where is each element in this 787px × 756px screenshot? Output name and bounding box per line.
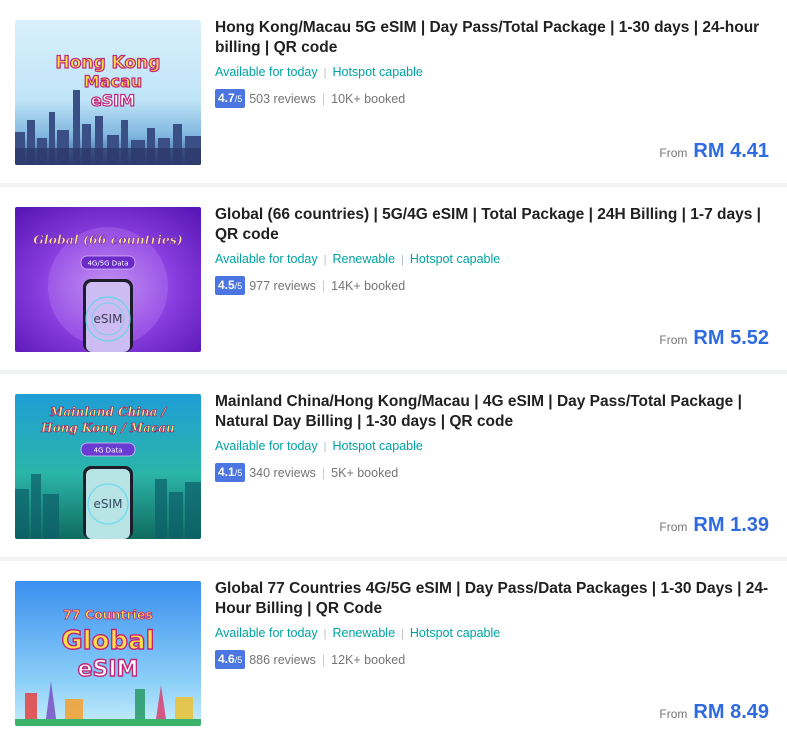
image-caption: 4G Data [94,447,123,455]
review-count: 503 reviews [249,91,316,106]
tag: Hotspot capable [332,65,423,79]
price-prefix: From [659,146,688,160]
product-list: Hong Kong Macau eSIM Hong Kong/Macau 5G … [0,0,787,748]
review-count: 977 reviews [249,278,316,293]
tag: Available for today [215,626,318,640]
booked-count: 14K+ booked [331,278,406,293]
price-amount: RM 4.41 [693,140,769,162]
tag: Renewable [332,626,396,640]
product-meta: 4.6/5 886 reviews | 12K+ booked [215,650,405,669]
image-caption: eSIM [94,312,123,326]
image-caption: eSIM [78,657,139,682]
price: From RM 4.41 [659,140,769,163]
image-caption: Macau [84,72,142,91]
price-amount: RM 5.52 [693,327,769,349]
image-caption: Mainland China / [49,405,167,419]
product-meta: 4.5/5 977 reviews | 14K+ booked [215,276,405,295]
product-image-global-66[interactable]: Global (66 countries) 4G/5G Data eSIM [15,207,201,352]
rating-badge: 4.5/5 [215,276,246,295]
image-caption: 4G/5G Data [87,260,128,268]
tag: Hotspot capable [409,252,501,266]
price-prefix: From [659,707,688,721]
tag: Available for today [215,439,318,453]
tag: Hotspot capable [409,626,501,640]
price-amount: RM 8.49 [693,701,769,723]
image-caption: eSIM [94,497,123,511]
product-card[interactable]: Hong Kong Macau eSIM Hong Kong/Macau 5G … [0,0,787,187]
image-caption: Global [61,626,154,656]
review-count: 886 reviews [249,652,316,667]
price-amount: RM 1.39 [693,514,769,536]
product-image-global-77[interactable]: 77 Countries Global eSIM [15,581,201,726]
price: From RM 1.39 [659,514,769,537]
price: From RM 8.49 [659,701,769,724]
booked-count: 10K+ booked [331,91,406,106]
product-image-hong-kong-macau[interactable]: Hong Kong Macau eSIM [15,20,201,165]
product-tags: Available for today | Hotspot capable [215,65,423,79]
tag: Hotspot capable [332,439,423,453]
image-caption: Global (66 countries) [33,232,183,247]
price-prefix: From [659,520,688,534]
price: From RM 5.52 [659,327,769,350]
rating-badge: 4.7/5 [215,89,246,108]
image-caption: eSIM [91,91,135,110]
image-caption: Hong Kong [56,53,161,73]
product-tags: Available for today | Renewable | Hotspot ca… [215,626,501,640]
price-prefix: From [659,333,688,347]
tag: Available for today [215,65,318,79]
tag: Renewable [332,252,396,266]
product-tags: Available for today | Renewable | Hotspot ca… [215,252,501,266]
product-card[interactable]: 77 Countries Global eSIM Global 77 Count… [0,561,787,748]
product-image-china-hk-macau[interactable]: Mainland China / Hong Kong / Macau 4G Da… [15,394,201,539]
booked-count: 5K+ booked [331,465,399,480]
booked-count: 12K+ booked [331,652,406,667]
review-count: 340 reviews [249,465,316,480]
product-title[interactable]: Hong Kong/Macau 5G eSIM | Day Pass/Total… [215,18,770,57]
rating-badge: 4.6/5 [215,650,246,669]
rating-badge: 4.1/5 [215,463,246,482]
product-meta: 4.1/5 340 reviews | 5K+ booked [215,463,398,482]
product-title[interactable]: Global 77 Countries 4G/5G eSIM | Day Pas… [215,579,770,618]
image-caption: 77 Countries [63,607,153,622]
product-card[interactable]: Mainland China / Hong Kong / Macau 4G Da… [0,374,787,561]
product-tags: Available for today | Hotspot capable [215,439,423,453]
product-title[interactable]: Mainland China/Hong Kong/Macau | 4G eSIM… [215,392,770,431]
product-meta: 4.7/5 503 reviews | 10K+ booked [215,89,405,108]
product-title[interactable]: Global (66 countries) | 5G/4G eSIM | Tot… [215,205,770,244]
image-caption: Hong Kong / Macau [40,421,175,435]
product-card[interactable]: Global (66 countries) 4G/5G Data eSIM Gl… [0,187,787,374]
tag: Available for today [215,252,318,266]
